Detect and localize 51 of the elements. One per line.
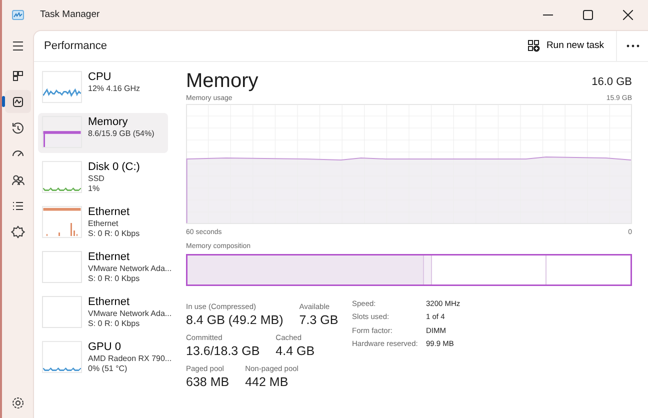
- stat-value: 638 MB: [186, 374, 230, 391]
- resource-name: GPU 0: [88, 341, 122, 354]
- close-icon: [623, 10, 633, 20]
- resource-detail: S: 0 R: 0 Kbps: [88, 229, 140, 239]
- resource-detail: Ethernet: [88, 219, 120, 229]
- graph-thumbnail: [42, 161, 82, 193]
- resource-item[interactable]: Disk 0 (C:) SSD 1%: [38, 158, 168, 198]
- stat-value: 8.4 GB (49.2 MB): [186, 312, 284, 329]
- window-title: Task Manager: [40, 8, 101, 22]
- graph-thumbnail: [42, 251, 82, 283]
- maximize-icon: [583, 10, 593, 20]
- resource-item[interactable]: Memory 8.6/15.9 GB (54%): [38, 113, 168, 153]
- resource-item[interactable]: CPU 12% 4.16 GHz: [38, 68, 168, 108]
- graph-thumbnail: [42, 206, 82, 238]
- clock-icon: [10, 120, 26, 136]
- total-memory: 16.0 GB: [592, 74, 632, 90]
- resource-detail: 1%: [88, 184, 101, 194]
- run-new-task-button[interactable]: Run new task: [522, 34, 610, 58]
- resource-item[interactable]: Ethernet Ethernet S: 0 R: 0 Kbps: [38, 203, 168, 243]
- resource-name: Ethernet: [88, 296, 131, 309]
- stat-value: 13.6/18.3 GB: [186, 343, 260, 360]
- resource-name: Disk 0 (C:): [88, 161, 140, 174]
- stat-value: 442 MB: [245, 374, 290, 391]
- resource-detail: 12% 4.16 GHz: [88, 84, 140, 94]
- nav-button[interactable]: [4, 90, 30, 113]
- app-icon: [12, 10, 24, 20]
- graph-thumbnail: [42, 71, 82, 103]
- settings-icon: [10, 394, 26, 410]
- resource-detail: 8.6/15.9 GB (54%): [88, 129, 154, 139]
- stat-value: 7.3 GB: [299, 312, 338, 329]
- run-task-icon: [528, 40, 540, 52]
- resource-detail: VMware Network Ada...: [88, 264, 172, 274]
- more-icon: [626, 44, 640, 48]
- resource-name: Memory: [88, 116, 129, 129]
- resource-detail: SSD: [88, 174, 106, 184]
- resource-name: CPU: [88, 71, 112, 84]
- resource-detail: VMware Network Ada...: [88, 309, 172, 319]
- resource-detail: S: 0 R: 0 Kbps: [88, 274, 141, 284]
- page-title: Performance: [44, 38, 108, 54]
- graph-thumbnail: [42, 341, 82, 373]
- resource-detail: 0% (51 °C): [88, 364, 128, 374]
- graph-thumbnail: [42, 116, 82, 148]
- resource-name: Ethernet: [88, 251, 131, 264]
- minimize-icon: [543, 14, 553, 16]
- section-title: Memory: [186, 69, 258, 94]
- resource-detail: AMD Radeon RX 790...: [88, 354, 172, 364]
- cog-icon: [10, 224, 26, 240]
- resource-name: Ethernet: [88, 206, 131, 219]
- graph-thumbnail: [42, 296, 82, 328]
- resource-detail: S: 0 R: 0 Kbps: [88, 319, 141, 329]
- stat-value: 4.4 GB: [276, 343, 315, 360]
